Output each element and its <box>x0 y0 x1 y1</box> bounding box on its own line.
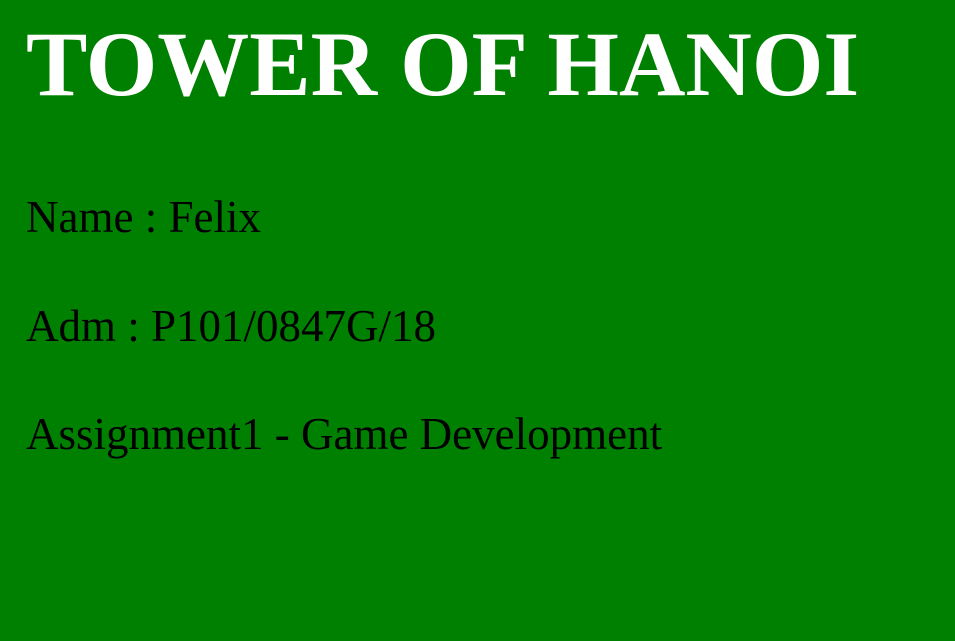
assignment-title: Assignment1 - Game Development <box>26 409 663 459</box>
admission-number: Adm : P101/0847G/18 <box>26 301 437 351</box>
student-name: Name : Felix <box>26 192 261 242</box>
game-title: TOWER OF HANOI <box>26 13 860 115</box>
